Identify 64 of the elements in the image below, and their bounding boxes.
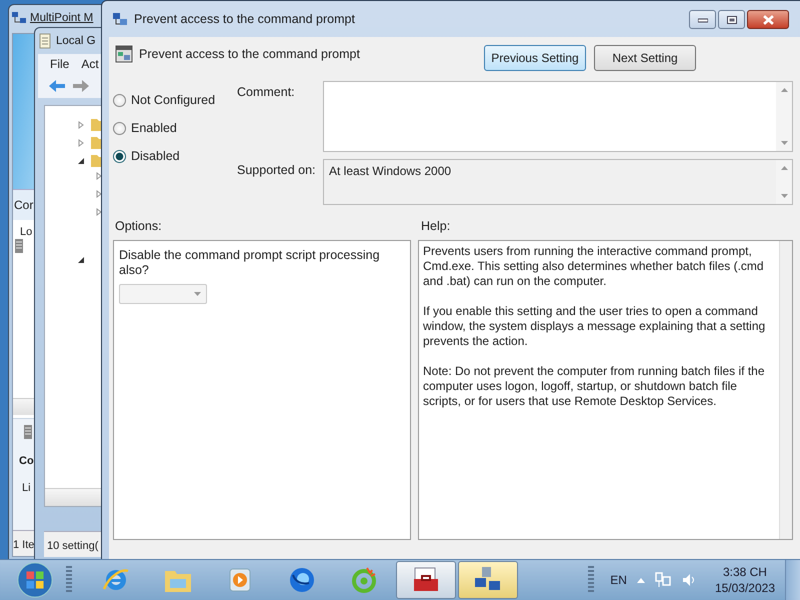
browser-icon [349,565,379,595]
radio-button[interactable]: Not Configured [113,90,237,110]
status-text: 10 setting( [47,540,98,552]
tab-label[interactable]: Cor [14,198,34,212]
window-title: Prevent access to the command prompt [134,12,355,26]
taskbar-app-button[interactable] [458,561,518,599]
back-arrow-icon[interactable] [48,79,66,93]
field-label: Comment: [237,84,296,101]
volume-icon[interactable] [680,572,697,588]
document-icon [37,33,53,49]
network-icon[interactable] [654,572,671,588]
help-paragraph: Note: Do not prevent the computer from running batch files if the computer uses logon, logoff, startup, or shutdown batch file scripts, or for users that use Remote Desktop Services. [423,364,766,409]
comment-field[interactable] [323,81,793,152]
field-label: Supported on: [237,162,317,179]
window-title: MultiPoint M [30,12,94,24]
forward-arrow-icon[interactable] [72,79,90,93]
dropdown-arrow-icon [194,292,201,296]
expand-icon[interactable] [95,190,103,198]
option-text: Disable the command prompt script processing also? [119,248,381,278]
scroll-down-icon[interactable] [780,141,788,145]
network-icon [112,11,128,27]
window-title: Local G [56,35,96,47]
collapse-icon[interactable] [77,156,85,164]
supported-on-field: At least Windows 2000 [323,159,793,205]
minimize-button[interactable] [689,10,716,29]
language-indicator[interactable]: EN [610,573,627,587]
show-hidden-icons-icon[interactable] [636,578,645,582]
expand-icon[interactable] [95,208,103,216]
maximize-icon [726,16,736,24]
help-paragraph: If you enable this setting and the user tries to open a command window, the system displays a message explaining that a setting prevents the action. [423,304,766,349]
clock-date[interactable]: 15/03/2023 [714,580,775,596]
section-label: Options: [115,219,163,234]
scrollbar[interactable] [779,241,792,539]
detail-title: Co [19,455,34,467]
network-icon [11,10,27,26]
taskbar-app-button[interactable] [396,561,456,599]
next-setting-button[interactable]: Next Setting [594,45,696,71]
show-desktop-button[interactable] [785,560,800,600]
windows-logo-icon [16,561,54,599]
scroll-up-icon[interactable] [780,88,788,92]
settings-page-icon [115,45,133,63]
column-header: Lo [20,226,32,238]
previous-setting-button[interactable]: Previous Setting [484,45,586,71]
menu-item[interactable]: Act [81,57,99,71]
help-paragraph: Prevents users from running the interactive command prompt, Cmd.exe. This setting also determines whether batch files (.cmd and .bat) can run on the computer. [423,244,765,289]
maximize-button[interactable] [718,10,745,29]
radio-button[interactable]: Enabled [113,118,237,138]
scroll-up-icon[interactable] [780,166,788,170]
close-icon [762,14,774,24]
scroll-down-icon[interactable] [780,194,788,198]
clock-time[interactable]: 3:38 CH [722,564,767,580]
collapse-icon[interactable] [77,256,85,264]
menu-item[interactable]: File [50,57,70,71]
server-icon [15,239,23,253]
browser-icon [287,565,317,595]
detail-text: Li [22,482,31,494]
policy-name: Prevent access to the command prompt [139,47,360,61]
section-label: Help: [421,219,450,234]
close-button[interactable] [747,10,789,29]
expand-icon[interactable] [95,172,103,180]
radio-button[interactable]: Disabled [113,146,237,166]
minimize-icon [698,16,708,22]
status-text: 1 Ite [13,539,34,551]
server-icon [24,425,32,439]
